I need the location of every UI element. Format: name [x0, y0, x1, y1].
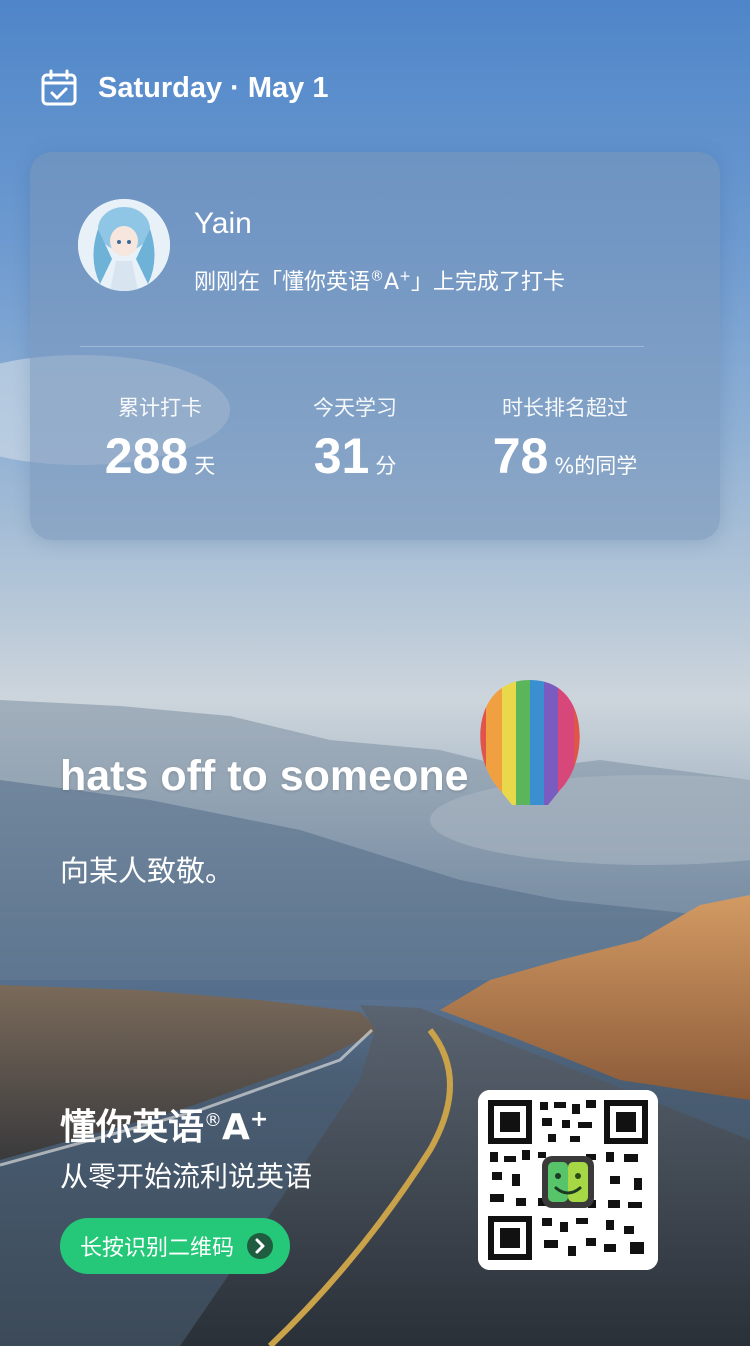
scan-qr-button[interactable]: 长按识别二维码 [60, 1218, 291, 1274]
checkin-message: 刚刚在「懂你英语®A+」上完成了打卡 [194, 264, 565, 296]
scan-qr-label: 长按识别二维码 [80, 1236, 235, 1261]
stat-label: 时长排名超过 [502, 396, 628, 420]
brand-name: 懂你英语®A+ [60, 1098, 268, 1150]
date-text: Saturday · May 1 [98, 71, 329, 104]
qr-code[interactable] [478, 1090, 658, 1270]
checkin-plus: + [399, 268, 411, 285]
avatar[interactable] [78, 199, 170, 291]
stat-today-study: 今天学习 31 分 [280, 392, 430, 484]
stat-label: 累计打卡 [118, 396, 202, 420]
stat-unit: 天 [194, 454, 216, 478]
stat-unit: 分 [375, 454, 397, 478]
brand-a: A [222, 1107, 250, 1148]
stat-unit: %的同学 [554, 454, 638, 478]
stat-ranking: 时长排名超过 78 %的同学 [470, 392, 660, 484]
card-divider [80, 346, 644, 347]
brand-slogan: 从零开始流利说英语 [60, 1160, 313, 1193]
stat-value: 288 [104, 428, 189, 484]
stat-total-checkins: 累计打卡 288 天 [80, 392, 240, 484]
chevron-right-icon [247, 1233, 274, 1259]
stat-label: 今天学习 [313, 396, 397, 420]
brand-text: 懂你英语 [60, 1107, 205, 1148]
qr-code-image [478, 1090, 658, 1270]
checkin-pre: 刚刚在「懂你英语 [194, 270, 371, 295]
date-header: Saturday · May 1 [40, 68, 328, 108]
brand-registered-mark: ® [204, 1110, 223, 1131]
stat-value: 31 [313, 428, 370, 484]
app-logo-icon [542, 1156, 594, 1208]
checkin-card: Yain 刚刚在「懂你英语®A+」上完成了打卡 累计打卡 288 天 今天学习 3… [30, 152, 720, 540]
calendar-check-icon [41, 69, 77, 106]
brand-plus: + [249, 1107, 269, 1132]
checkin-a: A [384, 270, 400, 295]
checkin-registered-mark: ® [370, 268, 385, 285]
avatar-image [78, 199, 170, 291]
checkin-post: 」上完成了打卡 [410, 270, 565, 295]
daily-phrase: hats off to someone [60, 752, 469, 800]
share-card-screen: Saturday · May 1 Yain 刚刚在「懂你英语®A+」上完成了打卡… [0, 0, 750, 1346]
stat-value: 78 [492, 428, 549, 484]
username: Yain [194, 207, 252, 240]
phrase-translation: 向某人致敬。 [60, 854, 235, 888]
